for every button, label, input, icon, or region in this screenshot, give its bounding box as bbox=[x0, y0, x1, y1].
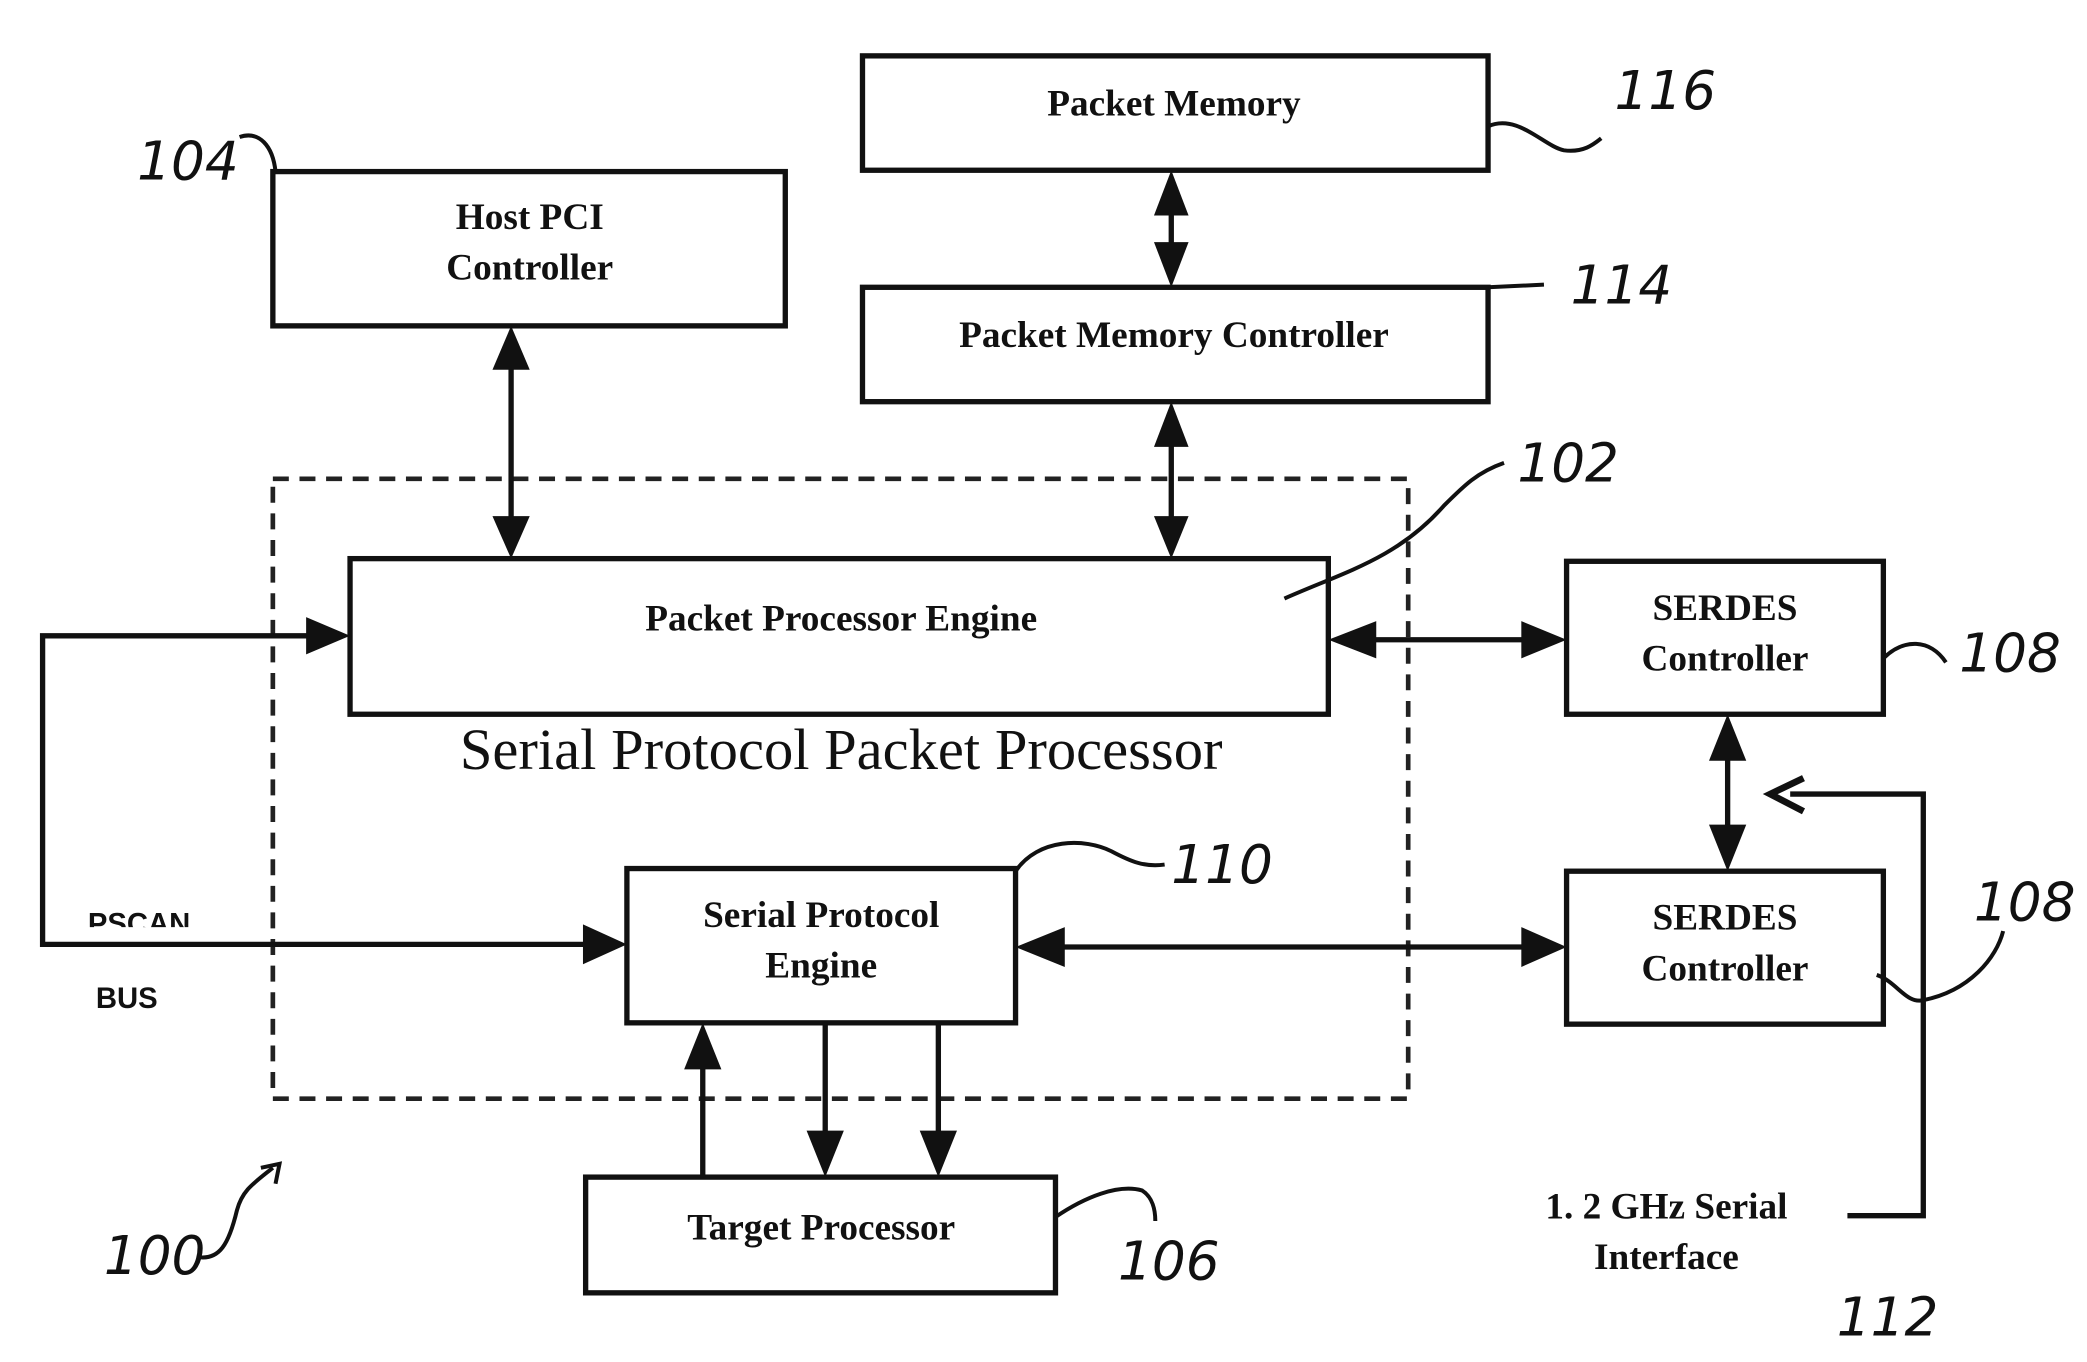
serdes-top-label-line2: Controller bbox=[1641, 638, 1808, 679]
packet-memory-controller-block: Packet Memory Controller bbox=[859, 284, 1491, 405]
serial-protocol-engine-ref: 110 bbox=[1171, 834, 1273, 896]
arrowhead-down-tp-2 bbox=[919, 1130, 957, 1178]
arrowhead-right-ppe bbox=[306, 617, 351, 655]
block-diagram: Serial Protocol Packet Processor Packet … bbox=[39, 53, 2076, 1348]
packet-memory-ref: 116 bbox=[1614, 60, 1716, 122]
serial-interface-ref: 112 bbox=[1837, 1286, 1939, 1348]
arrowhead-up-hostpci bbox=[492, 325, 530, 370]
arrowhead-right-spe bbox=[582, 924, 627, 965]
arrowhead-right-serdes-bottom bbox=[1521, 927, 1567, 967]
arrowhead-down-serdes-bottom bbox=[1708, 824, 1747, 872]
serdes-controller-bottom-block: SERDES Controller bbox=[1563, 868, 1887, 1027]
packet-memory-label: Packet Memory bbox=[1047, 84, 1301, 125]
target-processor-ref-leader bbox=[1054, 1186, 1158, 1222]
arrowhead-down-tp-1 bbox=[806, 1130, 844, 1178]
arrowhead-down-pmc bbox=[1153, 242, 1189, 288]
pscan-bus-label-line2: BUS bbox=[96, 983, 158, 1015]
system-ref: 100 bbox=[104, 1225, 206, 1287]
serial-interface-label-line1: 1. 2 GHz Serial bbox=[1545, 1186, 1787, 1227]
packet-memory-block: Packet Memory bbox=[859, 53, 1491, 173]
serdes-controller-top-block: SERDES Controller bbox=[1563, 558, 1887, 717]
packet-processor-engine-block: Packet Processor Engine bbox=[347, 555, 1331, 717]
serial-protocol-engine-block: Serial Protocol Engine bbox=[624, 865, 1019, 1026]
target-processor-ref: 106 bbox=[1118, 1231, 1220, 1293]
arrowhead-up-pmc bbox=[1153, 401, 1189, 447]
arrowhead-down-ppe2 bbox=[1153, 516, 1189, 559]
pscan-bus-label-line1: PSCAN bbox=[88, 909, 190, 941]
packet-memory-controller-label: Packet Memory Controller bbox=[959, 315, 1389, 356]
serdes-bottom-ref: 108 bbox=[1974, 871, 2076, 933]
packet-memory-controller-ref-leader bbox=[1487, 282, 1545, 290]
container-ref: 102 bbox=[1517, 433, 1619, 495]
packet-processor-engine-label: Packet Processor Engine bbox=[645, 598, 1037, 639]
arrowhead-down-ppe bbox=[492, 516, 530, 559]
serial-protocol-engine-label-line2: Engine bbox=[765, 946, 877, 987]
serdes-bottom-label-line2: Controller bbox=[1641, 948, 1808, 989]
serial-protocol-engine-label-line1: Serial Protocol bbox=[703, 895, 939, 936]
serial-protocol-engine-ref-leader bbox=[1013, 840, 1165, 873]
arrowhead-up-pm bbox=[1153, 170, 1189, 216]
host-pci-controller-label-line1: Host PCI bbox=[456, 197, 604, 238]
arrowhead-left-spe bbox=[1015, 927, 1065, 967]
host-pci-ref-leader bbox=[238, 133, 278, 172]
arrowhead-left-ppe bbox=[1328, 621, 1377, 659]
serdes-bottom-label-line1: SERDES bbox=[1652, 898, 1797, 939]
packet-memory-controller-ref: 114 bbox=[1571, 254, 1673, 316]
serial-interface-label-line2: Interface bbox=[1594, 1237, 1739, 1278]
arrowhead-up-serdes-top bbox=[1708, 714, 1747, 761]
system-ref-arrow bbox=[196, 1166, 275, 1260]
host-pci-ref: 104 bbox=[137, 131, 239, 193]
serdes-top-ref-leader bbox=[1881, 641, 1948, 664]
serial-protocol-packet-processor-title: Serial Protocol Packet Processor bbox=[460, 717, 1223, 782]
packet-memory-ref-leader bbox=[1487, 121, 1603, 153]
serdes-top-ref: 108 bbox=[1959, 623, 2061, 685]
serdes-bottom-ref-leader bbox=[1875, 930, 2006, 1003]
host-pci-controller-label-line2: Controller bbox=[446, 247, 613, 288]
target-processor-label: Target Processor bbox=[687, 1208, 955, 1249]
host-pci-controller-block: Host PCI Controller bbox=[270, 168, 788, 329]
arrowhead-up-spe bbox=[684, 1022, 722, 1070]
target-processor-block: Target Processor bbox=[582, 1174, 1059, 1296]
arrowhead-right-serdes-top bbox=[1521, 621, 1567, 659]
serdes-top-label-line1: SERDES bbox=[1652, 588, 1797, 629]
